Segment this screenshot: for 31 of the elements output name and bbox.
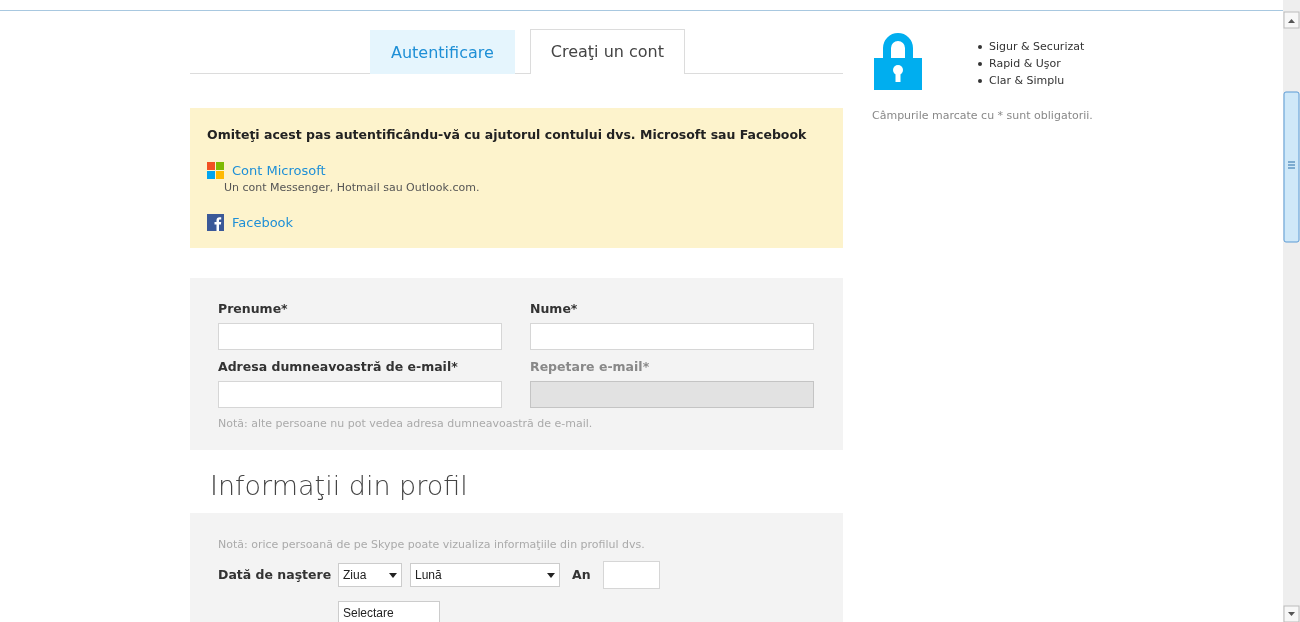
field-label: Prenume* <box>218 300 289 319</box>
benefit-item: Clar & Simplu <box>989 73 1065 89</box>
input-field[interactable] <box>530 323 814 350</box>
dropdown[interactable]: Lună <box>410 563 560 588</box>
dropdown[interactable]: Selectare <box>338 601 440 622</box>
profile-note: Notă: orice persoană de pe Skype poate vizualiza informaţiile din profilul dvs. <box>218 536 646 553</box>
form-note: Notă: alte persoane nu pot vedea adresa dumneavoastră de e-mail. <box>218 415 594 432</box>
bullet-icon <box>978 78 982 83</box>
tab[interactable]: Creaţi un cont <box>529 29 685 74</box>
padlock-icon <box>872 30 924 92</box>
bullet-icon <box>978 44 982 49</box>
signin-title: Omiteţi acest pas autentificându-vă cu ajutorul contului dvs. Microsoft sau Facebook <box>207 126 808 144</box>
caret-icon <box>547 572 555 578</box>
dropdown[interactable]: Ziua <box>338 563 402 588</box>
field-label: Nume* <box>530 300 579 319</box>
microsoft-logo-icon <box>207 162 224 179</box>
field-label: Dată de naştere <box>218 565 333 584</box>
input-field[interactable] <box>602 561 660 590</box>
facebook-logo-icon <box>207 214 224 231</box>
bullet-icon <box>978 61 982 66</box>
field-label: Repetare e-mail* <box>530 358 651 376</box>
provider-note: Un cont Messenger, Hotmail sau Outlook.com. <box>224 180 481 197</box>
field-label: An <box>572 565 591 584</box>
required-note: Câmpurile marcate cu * sunt obligatorii. <box>872 108 1093 124</box>
benefit-item: Rapid & Uşor <box>989 56 1061 72</box>
section-heading: Informaţii din profil <box>209 469 469 504</box>
input-field[interactable] <box>218 380 502 408</box>
caret-icon <box>389 572 397 578</box>
benefit-item: Sigur & Securizat <box>989 39 1085 55</box>
field-label: Adresa dumneavoastră de e-mail* <box>218 358 459 376</box>
input-field[interactable] <box>218 323 502 350</box>
